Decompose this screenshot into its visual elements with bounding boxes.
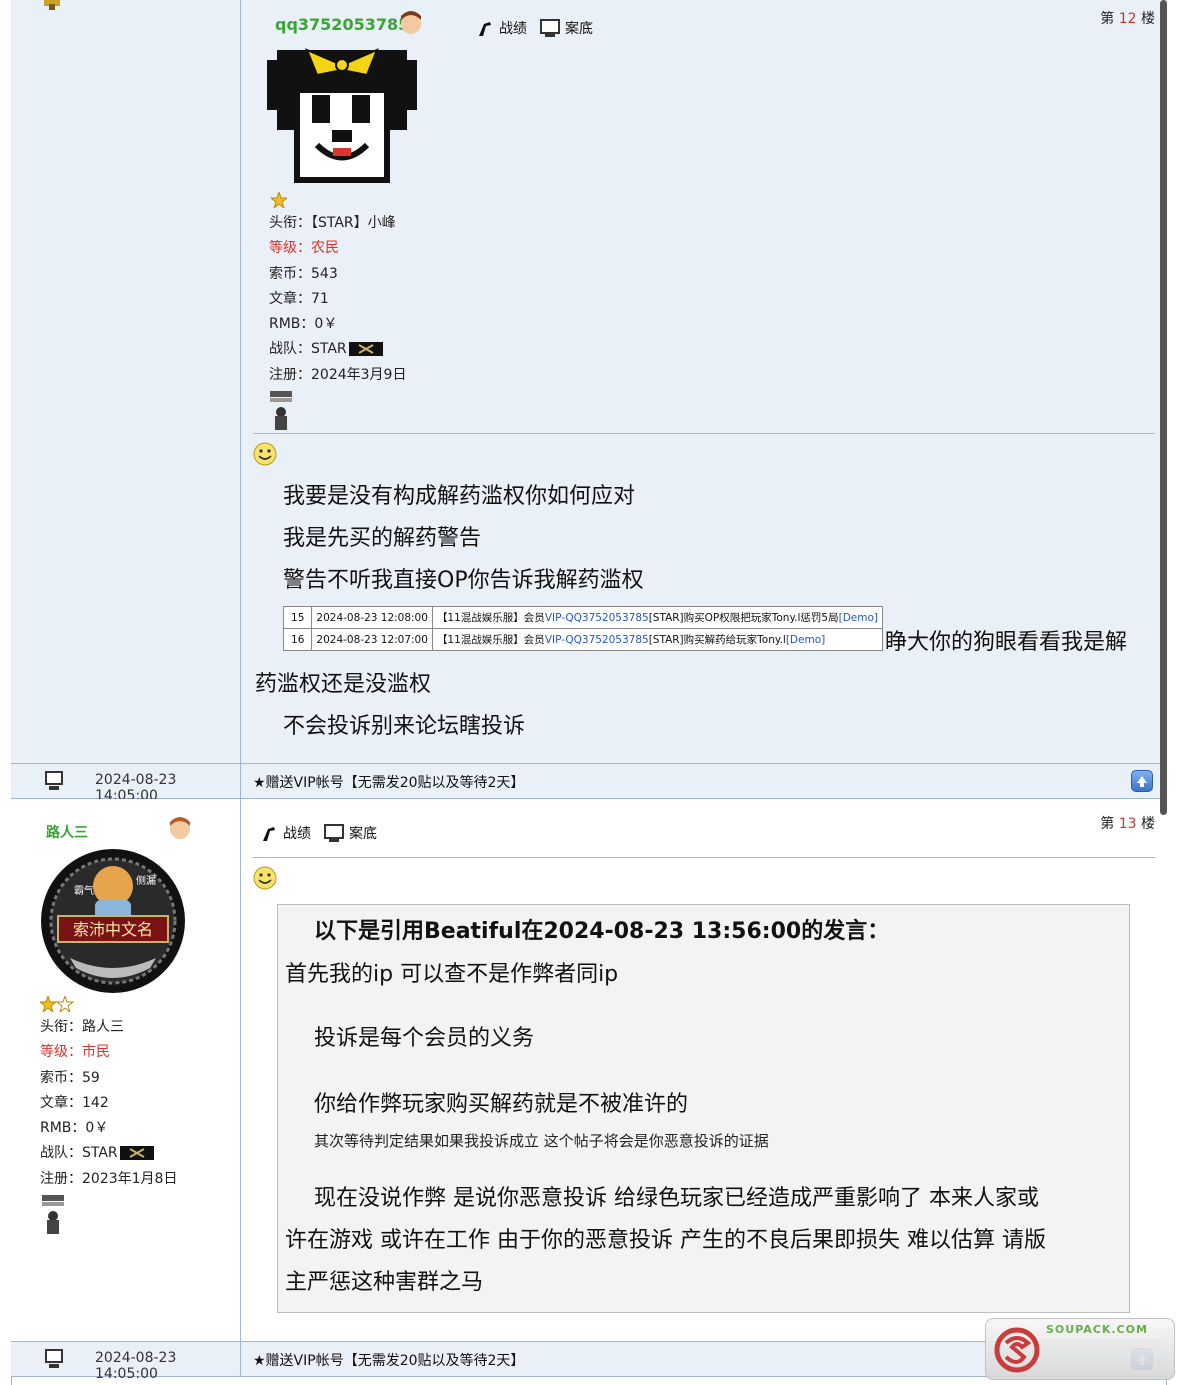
soldier-badge-icon: [42, 1195, 64, 1234]
user-gender-icon: [170, 817, 190, 839]
team-logo-icon: [119, 1146, 154, 1161]
post-body-wrap: 药滥权还是没滥权: [255, 672, 432, 697]
vip-promo-link[interactable]: ★赠送VIP帐号【无需发20贴以及等待2天】: [253, 772, 524, 792]
post-12-content-column: 第 12 楼 qq3752053785 战绩 案底 头衔：【STAR】小峰 等级…: [241, 0, 1167, 763]
user-avatar: [267, 48, 417, 183]
table-row: 16 2024-08-23 12:07:00 【11混战娱乐服】会员VIP-QQ…: [282, 628, 884, 651]
watermark-logo-icon: [994, 1327, 1040, 1373]
quote-block: 以下是引用Beatiful在2024-08-23 13:56:00的发言： 首先…: [277, 904, 1130, 1313]
user-info: 头衔：【STAR】小峰 等级：农民 索币：543 文章：71 RMB：0￥ 战队…: [269, 215, 407, 383]
soldier-icon: [479, 22, 491, 36]
record-button[interactable]: 战绩: [475, 18, 527, 38]
medal-icon: [44, 0, 60, 10]
quote-line: 你给作弊玩家购买解药就是不被准许的: [314, 1092, 689, 1117]
quote-line: 首先我的ip 可以查不是作弊者同ip: [285, 962, 619, 987]
user-toolbar: 战绩 案底: [259, 823, 377, 843]
footer-left: 2024-08-23 14:05:00: [11, 1342, 241, 1382]
user-info: 头衔：路人三 等级：市民 索币：59 文章：142 RMB：0￥ 战队：STAR…: [40, 1019, 178, 1187]
scrollbar[interactable]: [1160, 0, 1167, 815]
avatar-right-text: 侧漏: [136, 874, 156, 887]
post-date: 2024-08-23 14:05:00: [95, 1350, 177, 1382]
site-watermark: SOUPACK.COM: [985, 1318, 1175, 1380]
soldier-badge-icon: [270, 391, 292, 430]
quote-line-small: 其次等待判定结果如果我投诉成立 这个帖子将会是你恶意投诉的证据: [314, 1132, 769, 1150]
quote-line: 现在没说作弊 是说你恶意投诉 给绿色玩家已经造成严重影响了 本来人家或: [314, 1186, 1039, 1211]
record-button[interactable]: 战绩: [259, 823, 311, 843]
post-12-footer: 2024-08-23 14:05:00 ★赠送VIP帐号【无需发20贴以及等待2…: [11, 763, 1167, 804]
quote-header: 以下是引用Beatiful在2024-08-23 13:56:00的发言：: [314, 919, 890, 944]
back-to-top-button[interactable]: [1131, 770, 1153, 792]
soldier-icon: [263, 827, 275, 841]
quote-line: 投诉是每个会员的义务: [314, 1026, 535, 1051]
post-body-last: 不会投诉别来论坛瞎投诉: [283, 714, 526, 739]
quote-line: 主严惩这种害群之马: [285, 1270, 484, 1295]
file-button[interactable]: 案底: [539, 18, 593, 38]
post-body: 我要是没有构成解药滥权你如何应对 我是先买的解药警告 警告不听我直接OP你告诉我…: [283, 484, 644, 593]
footer-right: ★赠送VIP帐号【无需发20贴以及等待2天】: [241, 764, 1167, 798]
post-13-content-column: 第 13 楼 战绩 案底 以下是引用Beatiful在2024-08-23 13…: [241, 799, 1167, 1341]
avatar-banner-text: 索沛中文名: [73, 920, 153, 939]
smiley-icon: [253, 866, 277, 890]
username-link[interactable]: 路人三: [46, 822, 88, 842]
floor-label: 第 12 楼: [1100, 11, 1155, 27]
user-gender-icon: [401, 11, 421, 34]
user-toolbar: 战绩 案底: [475, 18, 593, 38]
username-link[interactable]: qq3752053785: [275, 15, 409, 34]
post-divider: [253, 433, 1155, 434]
post-body-inline: 睁大你的狗眼看看我是解: [885, 630, 1128, 655]
table-row: 15 2024-08-23 12:08:00 【11混战娱乐服】会员VIP-QQ…: [282, 606, 884, 629]
vip-promo-link[interactable]: ★赠送VIP帐号【无需发20贴以及等待2天】: [253, 1350, 524, 1370]
post-divider: [253, 857, 1155, 858]
log-screenshot-table: 15 2024-08-23 12:08:00 【11混战娱乐服】会员VIP-QQ…: [282, 606, 884, 651]
computer-icon[interactable]: [44, 771, 64, 791]
post-13: 路人三 索沛中文名 霸气 侧漏 头衔：路人三 等级：市民 索币：59 文章：14…: [11, 799, 1167, 1341]
footer-left: 2024-08-23 14:05:00: [11, 764, 241, 804]
post-12: 第 12 楼 qq3752053785 战绩 案底 头衔：【STAR】小峰 等级…: [11, 0, 1167, 763]
team-logo-icon: [348, 342, 383, 357]
star-rank-icon: [271, 192, 287, 208]
post-13-user-column: 路人三 索沛中文名 霸气 侧漏 头衔：路人三 等级：市民 索币：59 文章：14…: [11, 799, 241, 1341]
watermark-text: SOUPACK.COM: [1046, 1323, 1148, 1336]
monitor-icon: [324, 824, 344, 842]
file-button[interactable]: 案底: [323, 823, 377, 843]
post-12-user-column: [11, 0, 241, 763]
computer-icon[interactable]: [44, 1349, 64, 1369]
smiley-icon: [253, 442, 277, 466]
quote-line: 许在游戏 或许在工作 由于你的恶意投诉 产生的不良后果即损失 难以估算 请版: [285, 1228, 1046, 1253]
user-avatar: 索沛中文名 霸气 侧漏: [41, 849, 185, 993]
floor-label: 第 13 楼: [1100, 816, 1155, 832]
avatar-left-text: 霸气: [74, 884, 94, 897]
monitor-icon: [540, 19, 560, 37]
star-rank-icon: [40, 996, 74, 1012]
